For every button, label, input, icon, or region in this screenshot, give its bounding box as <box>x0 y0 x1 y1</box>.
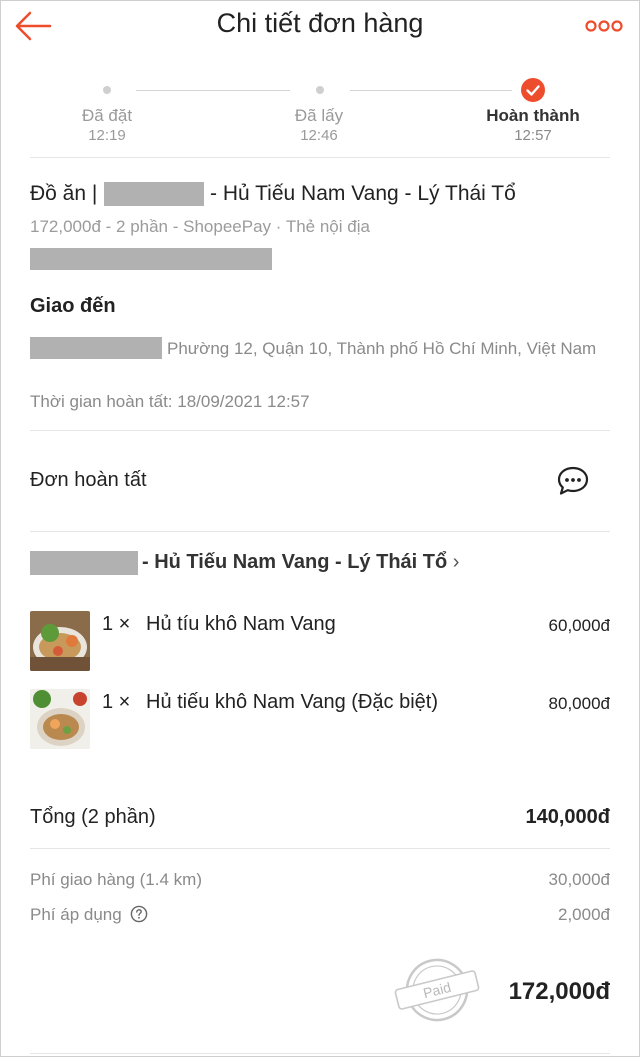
step-dot-picked <box>316 86 324 94</box>
chat-bubble-icon <box>557 466 589 495</box>
item-price: 80,000đ <box>548 694 610 713</box>
divider <box>30 848 610 849</box>
help-icon[interactable] <box>130 905 148 923</box>
screen-frame <box>0 0 640 1057</box>
divider <box>30 157 610 158</box>
divider <box>30 1053 610 1054</box>
item-price: 60,000đ <box>548 616 610 635</box>
step-dot-placed <box>103 86 111 94</box>
item-name: Hủ tíu khô Nam Vang <box>146 613 336 635</box>
redacted-order-id <box>30 248 272 270</box>
delivery-title: Giao đến <box>30 295 116 317</box>
progress-connector <box>136 90 290 91</box>
food-image <box>30 689 90 749</box>
completed-time: Thời gian hoàn tất: 18/09/2021 12:57 <box>30 392 310 411</box>
service-fee-text: Phí áp dụng <box>30 905 122 924</box>
divider <box>30 531 610 532</box>
grand-total-value: 172,000đ <box>508 978 610 1005</box>
subtotal-label: Tổng (2 phần) <box>30 806 156 828</box>
step-label-picked: Đã lấy <box>294 106 344 125</box>
step-label-completed: Hoàn thành <box>486 106 580 125</box>
progress-connector <box>350 90 512 91</box>
item-name: Hủ tiếu khô Nam Vang (Đặc biệt) <box>146 691 438 713</box>
shipping-fee-value: 30,000đ <box>548 870 610 889</box>
step-time-completed: 12:57 <box>514 127 552 144</box>
order-shop-name: - Hủ Tiếu Nam Vang - Lý Thái Tổ <box>210 182 516 205</box>
item-quantity: 1 × <box>102 613 131 635</box>
chevron-right-icon: › <box>452 551 460 573</box>
step-time-picked: 12:46 <box>300 127 338 144</box>
shop-link[interactable]: - Hủ Tiếu Nam Vang - Lý Thái Tổ › <box>142 551 459 574</box>
food-image <box>30 611 90 671</box>
order-status: Đơn hoàn tất <box>30 469 147 491</box>
redacted-shop-name <box>104 182 204 206</box>
step-check-icon <box>521 78 545 102</box>
shipping-fee-label: Phí giao hàng (1.4 km) <box>30 870 202 889</box>
more-options-button[interactable] <box>584 18 624 34</box>
divider <box>30 430 610 431</box>
order-category: Đồ ăn | <box>30 182 98 205</box>
service-fee-value: 2,000đ <box>558 905 610 924</box>
shop-name: - Hủ Tiếu Nam Vang - Lý Thái Tổ <box>142 551 448 573</box>
step-time-placed: 12:19 <box>88 127 126 144</box>
item-quantity: 1 × <box>102 691 131 713</box>
redacted-shop-name <box>30 551 138 575</box>
chat-button[interactable] <box>556 466 590 496</box>
step-label-placed: Đã đặt <box>81 106 133 125</box>
order-meta: 172,000đ - 2 phần - ShopeePay · Thẻ nội … <box>30 217 370 236</box>
more-dots-icon <box>585 20 623 32</box>
service-fee-label: Phí áp dụng <box>30 905 148 925</box>
delivery-address: Phường 12, Quận 10, Thành phố Hồ Chí Min… <box>167 339 597 358</box>
page-title: Chi tiết đơn hàng <box>216 8 424 38</box>
subtotal-value: 140,000đ <box>525 806 610 828</box>
